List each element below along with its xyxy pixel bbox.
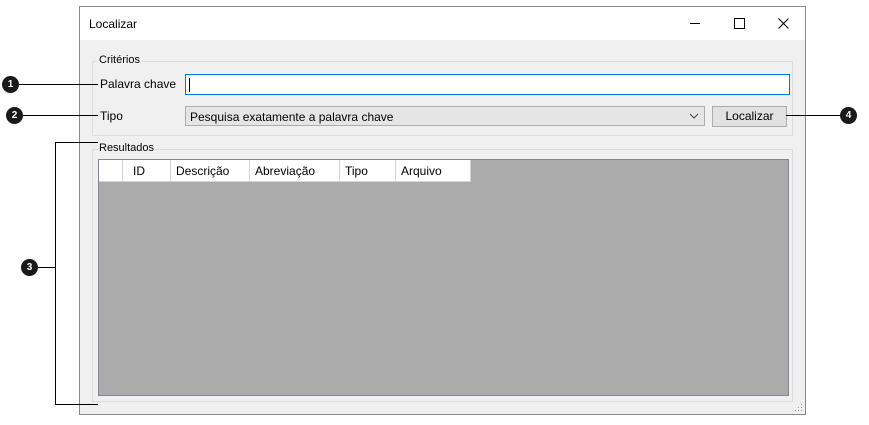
row-header-corner[interactable] bbox=[99, 160, 123, 182]
callout-3-bracket-bottom bbox=[55, 404, 98, 405]
column-header-arquivo[interactable]: Arquivo bbox=[396, 160, 471, 182]
maximize-button[interactable] bbox=[717, 7, 761, 40]
criteria-group-label: Critérios bbox=[98, 54, 141, 66]
type-select[interactable]: Pesquisa exatamente a palavra chave bbox=[185, 106, 705, 126]
callout-4: 4 bbox=[840, 107, 857, 124]
minimize-button[interactable] bbox=[673, 7, 717, 40]
window-title: Localizar bbox=[89, 17, 138, 31]
grid-header: ID Descrição Abreviação Tipo Arquivo bbox=[99, 160, 471, 182]
callout-3: 3 bbox=[21, 259, 38, 276]
results-group-label: Resultados bbox=[98, 142, 156, 154]
column-header-id[interactable]: ID bbox=[123, 160, 171, 182]
callout-3-bracket-vertical bbox=[55, 142, 56, 405]
minimize-icon bbox=[690, 23, 700, 24]
callout-3-leader-line bbox=[38, 267, 55, 268]
keyword-label: Palavra chave bbox=[100, 77, 177, 91]
results-grid[interactable]: ID Descrição Abreviação Tipo Arquivo bbox=[98, 159, 789, 396]
callout-3-bracket-top bbox=[55, 142, 98, 143]
close-button[interactable] bbox=[761, 7, 805, 40]
callout-1: 1 bbox=[2, 76, 19, 93]
maximize-icon bbox=[733, 18, 745, 29]
keyword-input[interactable] bbox=[185, 74, 790, 95]
resize-grip-icon[interactable] bbox=[795, 404, 803, 412]
type-select-value: Pesquisa exatamente a palavra chave bbox=[190, 110, 394, 124]
text-caret bbox=[189, 78, 190, 92]
title-bar[interactable]: Localizar bbox=[80, 7, 805, 40]
callout-2: 2 bbox=[6, 107, 23, 124]
chevron-down-icon bbox=[689, 113, 699, 119]
callout-1-leader-line bbox=[19, 84, 98, 85]
column-header-tipo[interactable]: Tipo bbox=[340, 160, 396, 182]
column-header-abreviacao[interactable]: Abreviação bbox=[250, 160, 340, 182]
column-header-descricao[interactable]: Descrição bbox=[171, 160, 250, 182]
type-label: Tipo bbox=[100, 109, 123, 123]
callout-2-leader-line bbox=[23, 115, 98, 116]
callout-4-leader-line bbox=[786, 115, 840, 116]
search-button[interactable]: Localizar bbox=[712, 106, 787, 127]
find-dialog: Localizar Critérios Palavra chave Tipo P… bbox=[79, 6, 806, 415]
close-icon bbox=[777, 18, 789, 29]
